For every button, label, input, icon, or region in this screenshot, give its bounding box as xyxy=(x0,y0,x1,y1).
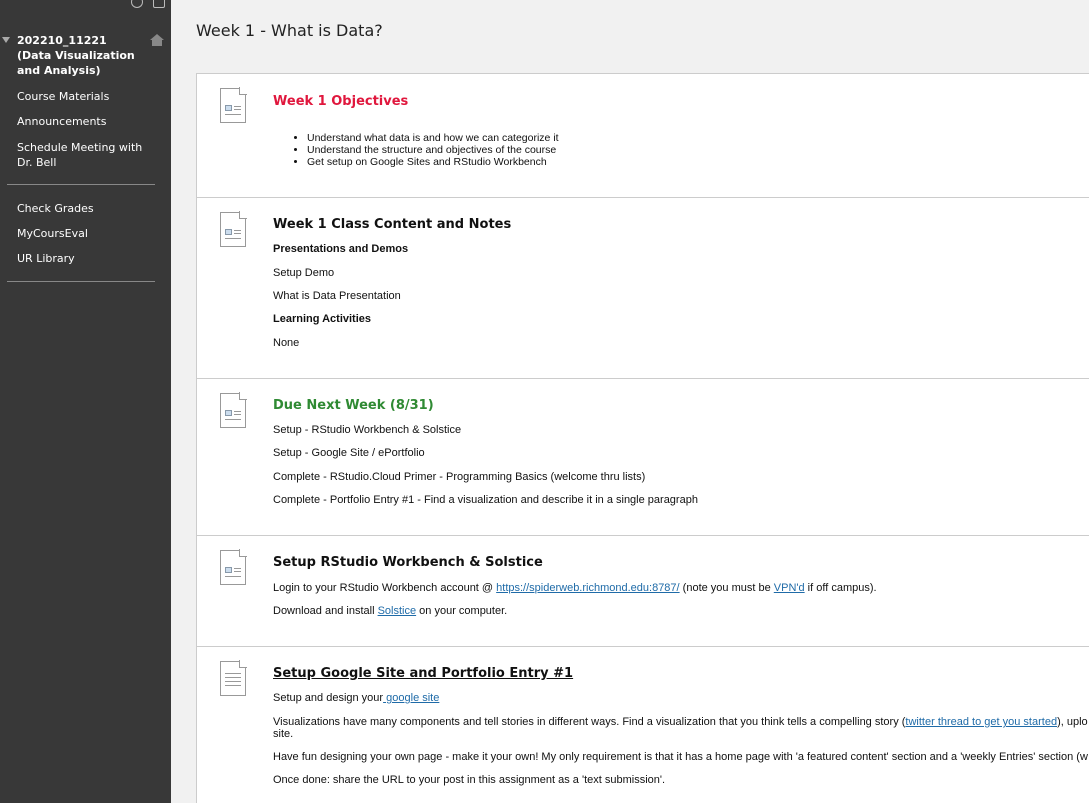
nav-schedule-meeting[interactable]: Schedule Meeting with Dr. Bell xyxy=(17,140,157,170)
item-title[interactable]: Due Next Week (8/31) xyxy=(273,398,434,413)
nav-mycourseval[interactable]: MyCoursEval xyxy=(17,226,157,241)
content-item-rstudio: Setup RStudio Workbench & Solstice Login… xyxy=(197,536,1089,647)
section-heading: Learning Activities xyxy=(273,313,372,325)
content-item-objectives: Week 1 Objectives Understand what data i… xyxy=(197,74,1089,198)
content-item-due-next-week: Due Next Week (8/31) Setup - RStudio Wor… xyxy=(197,379,1089,536)
nav-check-grades[interactable]: Check Grades xyxy=(17,201,157,216)
sidebar-toolbar xyxy=(131,0,165,8)
refresh-icon[interactable] xyxy=(131,0,143,8)
visualization-line: Visualizations have many components and … xyxy=(273,716,1088,728)
due-line: Setup - Google Site / ePortfolio xyxy=(273,447,425,459)
document-icon xyxy=(220,87,247,123)
objectives-list: Understand what data is and how we can c… xyxy=(307,132,559,168)
document-icon xyxy=(220,660,247,696)
twitter-thread-link[interactable]: twitter thread to get you started xyxy=(905,716,1057,728)
google-site-link[interactable]: google site xyxy=(383,692,439,704)
nav-course-materials[interactable]: Course Materials xyxy=(17,89,157,104)
google-site-line: Setup and design your google site xyxy=(273,692,440,704)
list-item: Understand the structure and objectives … xyxy=(307,144,559,156)
solstice-link[interactable]: Solstice xyxy=(378,605,417,617)
rstudio-login-line: Login to your RStudio Workbench account … xyxy=(273,582,877,594)
design-line: Have fun designing your own page - make … xyxy=(273,751,1088,763)
list-item: Get setup on Google Sites and RStudio Wo… xyxy=(307,156,559,168)
visualization-line-cont: site. xyxy=(273,728,294,740)
spiderweb-link[interactable]: https://spiderweb.richmond.edu:8787/ xyxy=(496,582,679,594)
list-item: Understand what data is and how we can c… xyxy=(307,132,559,144)
item-title[interactable]: Week 1 Objectives xyxy=(273,94,408,109)
solstice-line: Download and install Solstice on your co… xyxy=(273,605,508,617)
submission-line: Once done: share the URL to your post in… xyxy=(273,774,666,786)
document-icon xyxy=(220,392,247,428)
page-title: Week 1 - What is Data? xyxy=(196,21,383,40)
document-icon xyxy=(220,549,247,585)
item-title[interactable]: Setup RStudio Workbench & Solstice xyxy=(273,555,543,570)
nav-announcements[interactable]: Announcements xyxy=(17,114,157,129)
due-line: Setup - RStudio Workbench & Solstice xyxy=(273,424,462,436)
main-content: Week 1 - What is Data? Week 1 Objectives… xyxy=(171,0,1089,803)
content-item-google-site: Setup Google Site and Portfolio Entry #1… xyxy=(197,647,1089,803)
content-line: None xyxy=(273,337,300,349)
item-title-link[interactable]: Setup Google Site and Portfolio Entry #1 xyxy=(273,666,573,681)
course-title[interactable]: 202210_11221 (Data Visualization and Ana… xyxy=(17,33,135,78)
course-sidebar: 202210_11221 (Data Visualization and Ana… xyxy=(0,0,171,803)
item-title[interactable]: Week 1 Class Content and Notes xyxy=(273,217,511,232)
content-list: Week 1 Objectives Understand what data i… xyxy=(196,73,1089,803)
content-line: What is Data Presentation xyxy=(273,290,401,302)
nav-divider xyxy=(7,281,155,282)
content-item-class-content: Week 1 Class Content and Notes Presentat… xyxy=(197,198,1089,379)
due-line: Complete - RStudio.Cloud Primer - Progra… xyxy=(273,471,646,483)
collapse-caret-icon[interactable] xyxy=(2,37,10,43)
nav-divider xyxy=(7,184,155,185)
home-icon[interactable] xyxy=(150,34,164,47)
section-heading: Presentations and Demos xyxy=(273,243,409,255)
due-line: Complete - Portfolio Entry #1 - Find a v… xyxy=(273,494,698,506)
document-icon xyxy=(220,211,247,247)
vpn-link[interactable]: VPN'd xyxy=(774,582,805,594)
window-icon[interactable] xyxy=(153,0,165,8)
content-line: Setup Demo xyxy=(273,267,335,279)
nav-ur-library[interactable]: UR Library xyxy=(17,251,157,266)
